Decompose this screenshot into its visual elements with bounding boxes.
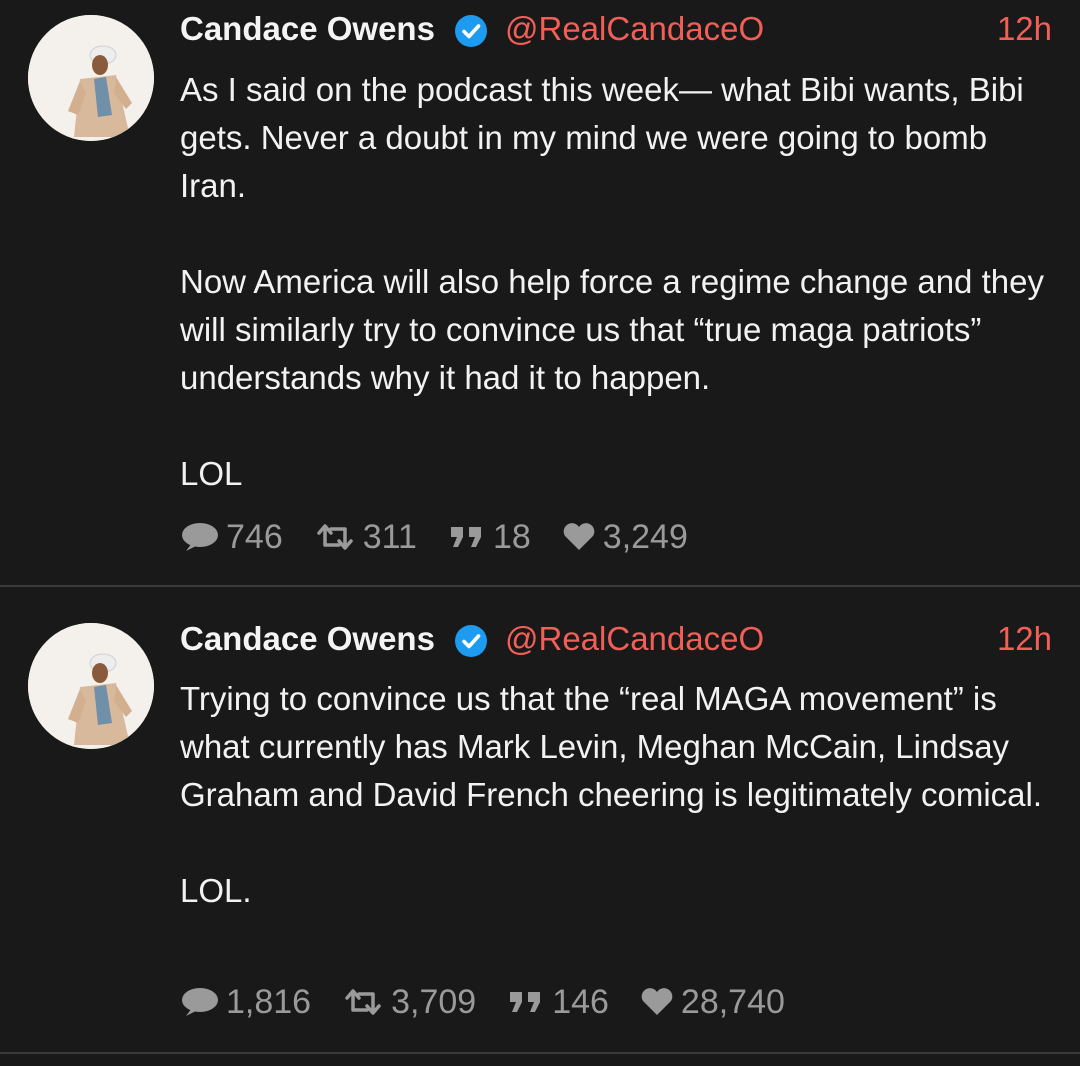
- like-button[interactable]: 28,740: [639, 983, 785, 1022]
- profile-photo: [28, 15, 154, 141]
- tweet-actions: 1,816 3,709 146 28,740: [180, 982, 815, 1022]
- reply-icon: [182, 523, 218, 551]
- tweet-text: Trying to convince us that the “real MAG…: [180, 680, 1043, 909]
- author-name[interactable]: Candace Owens: [180, 620, 435, 658]
- reply-count: 746: [226, 517, 283, 556]
- heart-icon: [563, 523, 595, 550]
- reply-icon: [182, 988, 218, 1016]
- tweet[interactable]: Candace Owens @RealCandaceO 12h Trying t…: [0, 587, 1080, 1054]
- tweet-text: As I said on the podcast this week— what…: [180, 71, 1044, 492]
- tweet[interactable]: Candace Owens @RealCandaceO 12h As I sai…: [0, 0, 1080, 587]
- timestamp[interactable]: 12h: [997, 620, 1052, 658]
- quote-icon: [510, 992, 541, 1012]
- retweet-icon: [345, 989, 381, 1015]
- reply-count: 1,816: [226, 982, 312, 1021]
- verified-badge-icon: [455, 625, 487, 657]
- retweet-button[interactable]: 3,709: [341, 983, 476, 1022]
- profile-photo: [28, 623, 154, 749]
- like-count: 3,249: [602, 517, 688, 556]
- retweet-button[interactable]: 311: [313, 518, 417, 557]
- like-count: 28,740: [680, 982, 785, 1021]
- quote-count: 18: [492, 517, 531, 556]
- reply-button[interactable]: 746: [180, 518, 283, 557]
- tweet-actions: 746 311 18 3,249: [180, 517, 718, 557]
- reply-button[interactable]: 1,816: [180, 983, 311, 1022]
- author-handle[interactable]: @RealCandaceO: [505, 620, 764, 658]
- author-handle[interactable]: @RealCandaceO: [505, 10, 764, 48]
- quote-count: 146: [552, 982, 609, 1021]
- quote-button[interactable]: 18: [447, 518, 531, 557]
- quote-icon: [450, 527, 481, 547]
- timestamp[interactable]: 12h: [997, 10, 1052, 48]
- quote-button[interactable]: 146: [506, 983, 609, 1022]
- retweet-count: 311: [362, 517, 417, 556]
- heart-icon: [641, 988, 673, 1015]
- author-name[interactable]: Candace Owens: [180, 10, 435, 48]
- avatar[interactable]: [28, 15, 154, 141]
- retweet-count: 3,709: [391, 982, 477, 1021]
- avatar[interactable]: [28, 623, 154, 749]
- like-button[interactable]: 3,249: [561, 518, 688, 557]
- retweet-icon: [316, 524, 353, 550]
- verified-badge-icon: [455, 15, 487, 47]
